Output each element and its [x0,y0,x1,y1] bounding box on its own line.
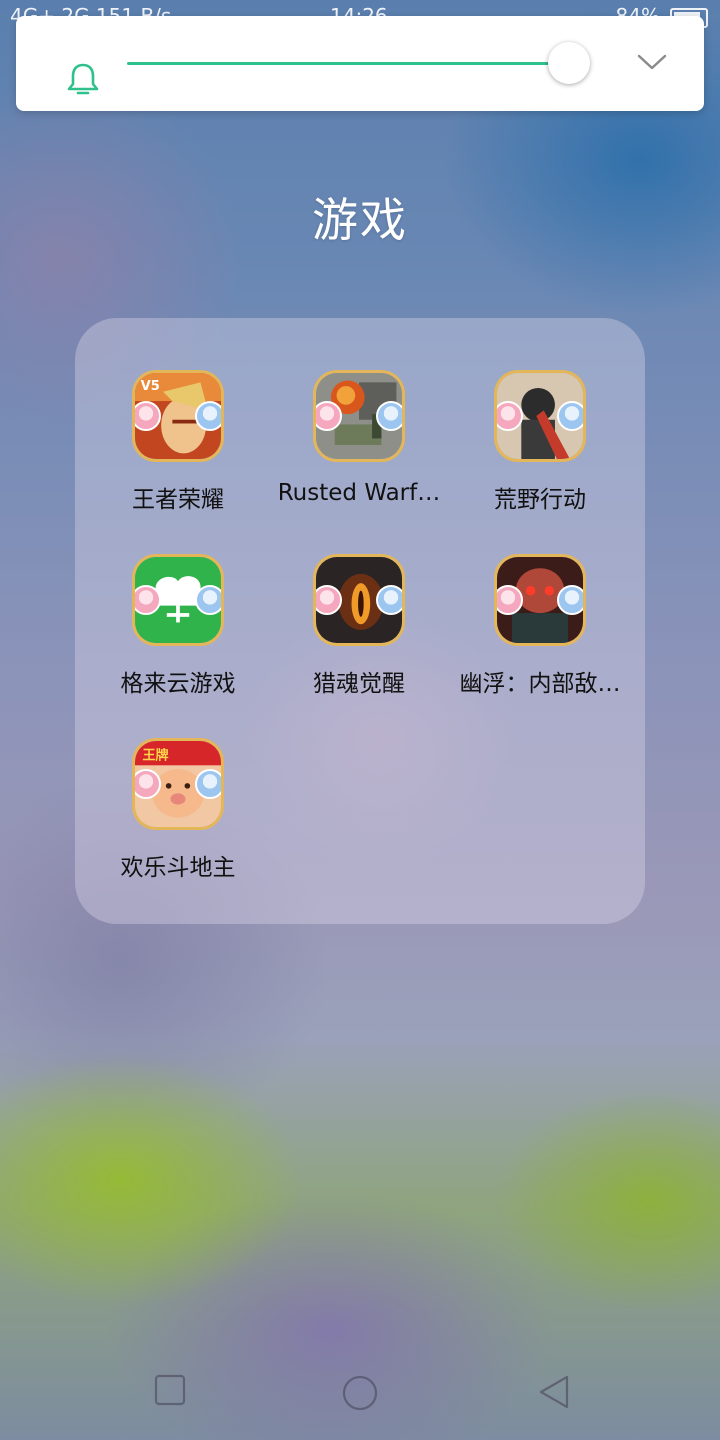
app-happy-landlord[interactable]: 王牌 欢乐斗地主 [88,738,268,882]
decor-badge-icon [135,769,161,799]
honor-of-kings-icon[interactable]: V5 [132,370,224,462]
folder-title[interactable]: 游戏 [0,184,720,250]
app-rusted-warfare[interactable]: Rusted Warf… [269,370,449,506]
decor-badge-icon [497,401,523,431]
app-label: 荒野行动 [494,487,586,513]
app-label: 猎魂觉醒 [313,671,405,697]
gloud-games-icon[interactable] [132,554,224,646]
app-label: 王者荣耀 [132,487,224,513]
knives-out-icon[interactable] [494,370,586,462]
bell-icon[interactable] [66,62,100,98]
app-label: Rusted Warf… [277,480,441,506]
decor-badge-icon [135,401,161,431]
decor-badge-icon [557,401,583,431]
home-screen: 4G+ 2G 151 B/s 14:26 84% 游戏 [0,0,720,1440]
svg-text:王牌: 王牌 [142,747,168,764]
decor-badge-icon [376,401,402,431]
app-hunter-awakening[interactable]: 猎魂觉醒 [269,554,449,698]
navigation-bar [0,1350,720,1440]
rusted-warfare-icon[interactable] [313,370,405,462]
decor-badge-icon [195,585,221,615]
volume-panel [16,16,704,111]
app-knives-out[interactable]: 荒野行动 [450,370,630,514]
decor-badge-icon [316,585,342,615]
volume-slider[interactable] [127,42,590,84]
decor-badge-icon [316,401,342,431]
svg-text:V5: V5 [141,379,160,394]
decor-badge-icon [557,585,583,615]
volume-slider-thumb[interactable] [547,42,590,84]
decor-badge-icon [135,585,161,615]
chevron-down-icon[interactable] [636,52,668,72]
app-xcom-enemy-within[interactable]: 幽浮：内部敌… [450,554,630,698]
decor-badge-icon [195,769,221,799]
app-honor-of-kings[interactable]: V5 王者荣耀 [88,370,268,514]
recent-apps-button[interactable] [154,1374,186,1406]
xcom-enemy-within-icon[interactable] [494,554,586,646]
back-button[interactable] [536,1374,572,1410]
home-button[interactable] [341,1374,379,1412]
app-folder: V5 王者荣耀 Rusted Warf… 荒野行动 格来云游戏 猎魂觉醒 幽浮：… [75,318,645,924]
decor-badge-icon [376,585,402,615]
hunter-awakening-icon[interactable] [313,554,405,646]
app-label: 格来云游戏 [120,671,236,697]
app-label: 欢乐斗地主 [120,855,236,881]
decor-badge-icon [195,401,221,431]
app-label: 幽浮：内部敌… [459,671,621,697]
happy-landlord-icon[interactable]: 王牌 [132,738,224,830]
volume-slider-fill [127,62,569,65]
app-gloud-games[interactable]: 格来云游戏 [88,554,268,698]
decor-badge-icon [497,585,523,615]
